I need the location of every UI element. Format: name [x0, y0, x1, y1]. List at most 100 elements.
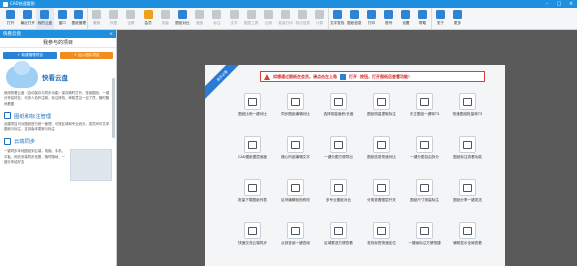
feature-tile[interactable]: 多专业图纸对比: [317, 179, 360, 222]
toolbar-button-20[interactable]: 图纸信息: [346, 8, 363, 29]
feature-label: 分类查看图层开关: [367, 198, 396, 202]
toolbar-button-2[interactable]: 我的云盘: [36, 8, 54, 29]
feature-label: 图纸标注查看功能: [453, 155, 482, 159]
toolbar-button-19[interactable]: 文字查找: [329, 8, 346, 29]
annotate-icon: [212, 10, 222, 19]
toolbar-label: 缩放: [196, 21, 204, 25]
feature-tile[interactable]: 点到查阅一键查阅: [274, 222, 317, 265]
feature-tile[interactable]: 一键分图自由拆分: [403, 136, 446, 179]
feature-icon: [244, 136, 261, 153]
toolbar-label: 标注信息: [295, 21, 310, 25]
feature-tile[interactable]: 图纸分享一键发送: [446, 179, 489, 222]
feature-tile[interactable]: 辅助显示全局查看: [446, 222, 489, 265]
notice-text-3: 按钮，打开图纸后查看功能！: [360, 73, 412, 79]
vip-icon: [143, 10, 153, 19]
feature-icon: [244, 222, 261, 239]
toolbar-label: 账号: [385, 21, 393, 25]
feature-tile[interactable]: 区块编辑轻松修改: [274, 179, 317, 222]
feature-tile[interactable]: 批量下载图纸列表: [231, 179, 274, 222]
annotation-info-icon: [298, 10, 308, 19]
section-drawing-manage: 图纸和标注管理: [4, 112, 112, 120]
toolbar-button-11[interactable]: 缩放: [191, 8, 208, 29]
feature-glyph-icon: [334, 140, 343, 149]
feature-glyph-icon: [420, 140, 429, 149]
feature-label: 辅助显示全局查看: [453, 241, 482, 245]
toolbar-button-4[interactable]: 图纸管理: [71, 8, 88, 29]
section-drawing-manage-title: 图纸和标注管理: [14, 113, 52, 120]
toolbar-button-23[interactable]: 设置: [397, 8, 414, 29]
feature-icon: [373, 93, 390, 110]
feature-tile[interactable]: 图纸比例一键对比: [231, 93, 274, 136]
toolbar-label: 更多: [453, 21, 462, 25]
toolbar-button-12[interactable]: 标注: [208, 8, 225, 29]
cloud-intro: 使用快看云盘（自动保存与同步功能）保存随时打开、查阅图纸，一键分享给好友，可多人…: [4, 91, 110, 106]
feature-label: 快速图纸批量转T3: [452, 112, 483, 116]
feature-tile[interactable]: 图纸尺寸测量标注: [403, 179, 446, 222]
toolbar-button-17[interactable]: 标注信息: [294, 8, 311, 29]
drawing-manage-icon: [74, 10, 84, 19]
toolbar-button-15[interactable]: 比例: [260, 8, 277, 29]
toolbar-button-24[interactable]: 帮助: [415, 8, 432, 29]
toolbar-button-22[interactable]: 账号: [380, 8, 397, 29]
toolbar-button-0[interactable]: 打开: [2, 8, 19, 29]
toolbar-button-13[interactable]: 文字: [225, 8, 242, 29]
settings-icon: [401, 10, 411, 19]
toolbar-button-10[interactable]: 图纸对比: [174, 8, 191, 29]
toolbar-button-5[interactable]: 撤销: [88, 8, 105, 29]
feature-glyph-icon: [463, 97, 472, 106]
feature-label: 多专业图纸对比: [325, 198, 352, 202]
minimize-icon[interactable]: –: [541, 1, 553, 7]
toolbar-label: 图纸信息: [347, 21, 362, 25]
notice-text-2: 打开: [349, 73, 357, 79]
feature-tile[interactable]: 查找标签快速定位: [360, 222, 403, 265]
feature-tile[interactable]: 天正图纸一键转T3: [403, 93, 446, 136]
toolbar-button-21[interactable]: 打印: [363, 8, 380, 29]
join-project-button[interactable]: + 加入团队项目: [60, 52, 113, 59]
toolbar-button-16[interactable]: 批量打印: [277, 8, 294, 29]
feature-glyph-icon: [420, 97, 429, 106]
toolbar-button-26[interactable]: 更多: [449, 8, 466, 29]
open-icon: [340, 73, 346, 80]
feature-glyph-icon: [463, 183, 472, 192]
window-icon: [57, 10, 67, 19]
scale-icon: [263, 10, 273, 19]
toolbar-button-6[interactable]: 恢复: [105, 8, 122, 29]
cloud-icon: [40, 10, 50, 19]
feature-tile[interactable]: CAD图纸图层面板: [231, 136, 274, 179]
toolbar-button-8[interactable]: 会员: [140, 8, 157, 29]
feature-tile[interactable]: 快速交流云端同步: [231, 222, 274, 265]
feature-icon: [416, 222, 433, 239]
toolbar-button-7[interactable]: 全屏: [122, 8, 139, 29]
feature-icon: [373, 136, 390, 153]
toolbar-label: 文字: [230, 21, 238, 25]
sidebar-close-icon[interactable]: ×: [109, 32, 113, 37]
new-project-button[interactable]: + 新建管理项目: [3, 52, 58, 59]
feature-tile[interactable]: 一键画标注方便快捷: [403, 222, 446, 265]
feature-tile[interactable]: 图纸测量提取标注: [360, 93, 403, 136]
feature-tile[interactable]: 图纸标注查看功能: [446, 136, 489, 179]
toolbar-button-1[interactable]: 最近打开: [19, 8, 36, 29]
sidebar-scrollbar[interactable]: [112, 78, 115, 138]
feature-tile[interactable]: 快速图纸批量转T3: [446, 93, 489, 136]
toolbar-button-25[interactable]: 关于: [432, 8, 449, 29]
feature-tile[interactable]: 选择测量面积/长度: [317, 93, 360, 136]
cloud-sidebar: 快看云盘 × 我参与的项目 + 新建管理项目 + 加入团队项目 快看云盘 使用快…: [0, 30, 117, 266]
toolbar-button-3[interactable]: 窗口: [54, 8, 71, 29]
feature-icon: [287, 136, 304, 153]
toolbar-label: 撤销: [92, 21, 101, 25]
feature-tile[interactable]: 分类查看图层开关: [360, 179, 403, 222]
feature-tile[interactable]: 随心所欲编辑文字: [274, 136, 317, 179]
toolbar-button-14[interactable]: 图层工具: [243, 8, 260, 29]
maximize-icon[interactable]: □: [553, 1, 565, 7]
feature-tile[interactable]: 区域框选方便查看: [317, 222, 360, 265]
feature-tile[interactable]: 同步图纸编辑对比: [274, 93, 317, 136]
feature-tile[interactable]: 图纸信息快速对比: [360, 136, 403, 179]
toolbar-label: 图纸管理: [71, 21, 87, 25]
toolbar-button-18[interactable]: 计算: [311, 8, 329, 29]
feature-tile[interactable]: 一键分图方便导出: [317, 136, 360, 179]
notice-text-1: 如想通过图纸在会员，请点击左上角: [273, 73, 337, 79]
sync-icon: [4, 137, 11, 145]
close-icon[interactable]: ×: [565, 1, 577, 7]
toolbar-label: 比例: [264, 21, 272, 25]
toolbar-button-9[interactable]: 测量: [157, 8, 174, 29]
